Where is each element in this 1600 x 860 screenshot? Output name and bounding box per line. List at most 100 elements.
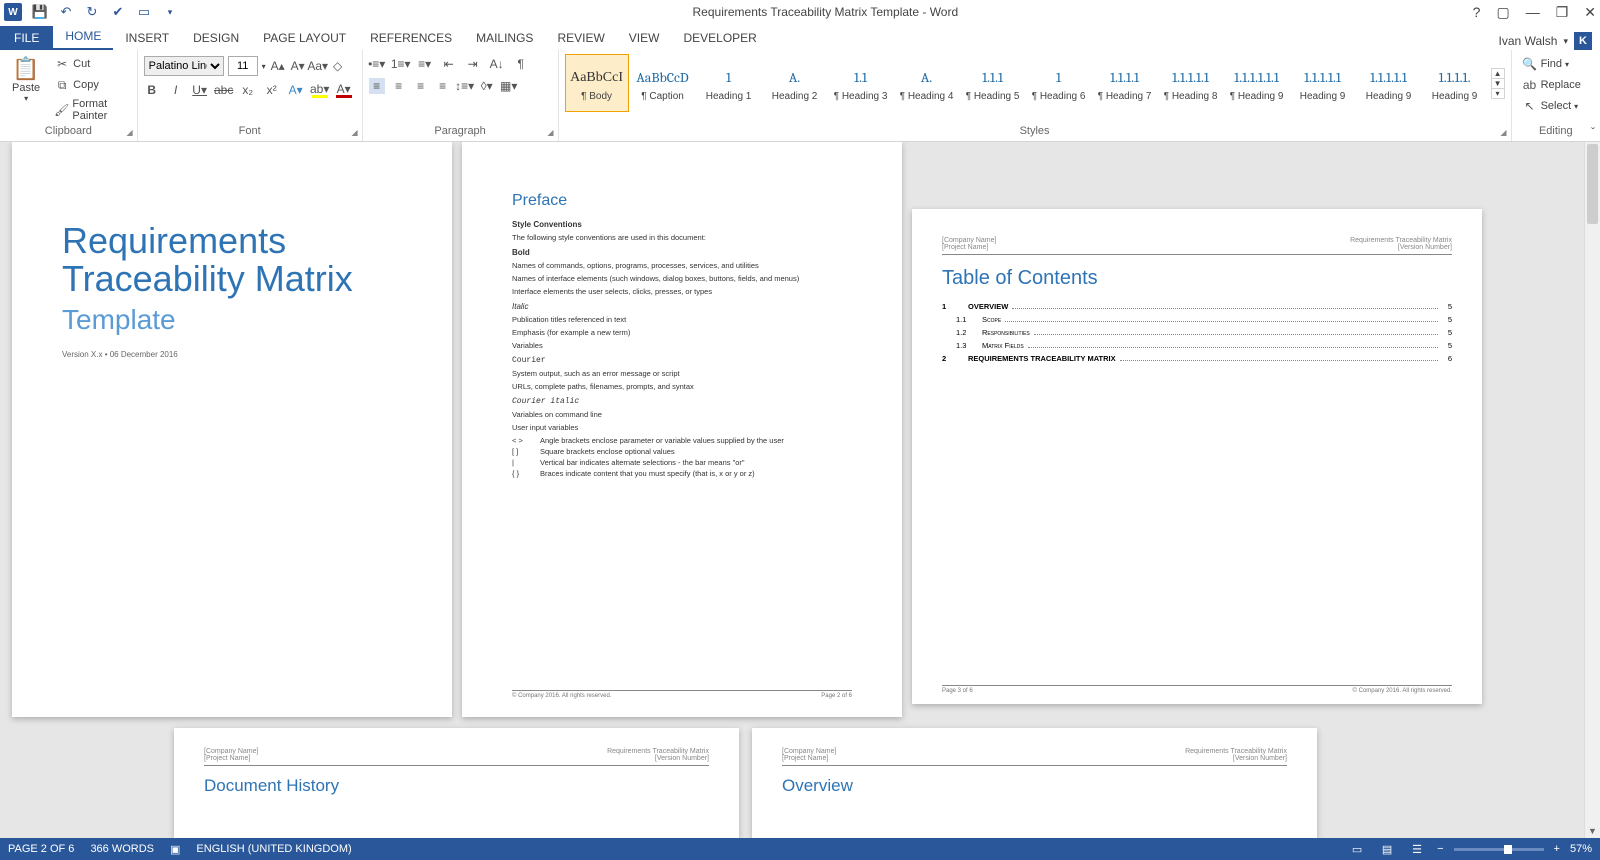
styles-scroll-down-icon[interactable]: ▼ (1492, 79, 1504, 89)
align-left-icon[interactable]: ≡ (369, 78, 385, 94)
vertical-scrollbar[interactable]: ▲ ▼ (1584, 142, 1600, 838)
view-read-icon[interactable]: ▭ (1347, 841, 1367, 857)
style-item[interactable]: 1.1.1.1.1.1¶ Heading 9 (1225, 54, 1289, 112)
justify-icon[interactable]: ≡ (435, 78, 451, 94)
bold-icon[interactable]: B (144, 82, 160, 98)
font-name-select[interactable]: Palatino Linoty (144, 56, 224, 76)
tab-developer[interactable]: DEVELOPER (671, 26, 768, 50)
tab-view[interactable]: VIEW (617, 26, 672, 50)
text-effects-icon[interactable]: A▾ (288, 82, 304, 98)
status-language[interactable]: ENGLISH (UNITED KINGDOM) (196, 843, 351, 855)
ribbon: 📋 Paste ▾ ✂Cut ⧉Copy 🖌Format Painter Cli… (0, 50, 1600, 142)
bullets-icon[interactable]: •≡▾ (369, 56, 385, 72)
italic-icon[interactable]: I (168, 82, 184, 98)
show-marks-icon[interactable]: ¶ (513, 56, 529, 72)
help-icon[interactable]: ? (1473, 4, 1481, 21)
status-words[interactable]: 366 WORDS (90, 843, 154, 855)
paragraph-launcher-icon[interactable]: ◢ (547, 128, 553, 137)
highlight-icon[interactable]: ab▾ (312, 82, 328, 98)
shading-icon[interactable]: ◊▾ (479, 78, 495, 94)
close-icon[interactable]: ✕ (1584, 4, 1596, 21)
save-icon[interactable]: 💾 (32, 4, 48, 20)
view-web-icon[interactable]: ☰ (1407, 841, 1427, 857)
tab-references[interactable]: REFERENCES (358, 26, 464, 50)
change-case-icon[interactable]: Aa▾ (310, 58, 326, 74)
tab-page-layout[interactable]: PAGE LAYOUT (251, 26, 358, 50)
style-item[interactable]: A.¶ Heading 4 (895, 54, 959, 112)
redo-icon[interactable]: ↻ (84, 4, 100, 20)
decrease-indent-icon[interactable]: ⇤ (441, 56, 457, 72)
style-item[interactable]: AaBbCcI¶ Body (565, 54, 629, 112)
tab-mailings[interactable]: MAILINGS (464, 26, 545, 50)
styles-gallery[interactable]: AaBbCcI¶ BodyAaBbCcD¶ Caption1Heading 1A… (565, 54, 1487, 112)
qat-more-icon[interactable]: ▾ (162, 4, 178, 20)
scroll-down-icon[interactable]: ▼ (1585, 824, 1600, 838)
style-item[interactable]: 1.1.1.1.Heading 9 (1423, 54, 1487, 112)
tab-insert[interactable]: INSERT (113, 26, 181, 50)
style-item[interactable]: 1.1.1.1.1¶ Heading 8 (1159, 54, 1223, 112)
style-item[interactable]: 1.1.1.1¶ Heading 7 (1093, 54, 1157, 112)
view-print-icon[interactable]: ▤ (1377, 841, 1397, 857)
font-color-icon[interactable]: A▾ (336, 82, 352, 98)
align-center-icon[interactable]: ≡ (391, 78, 407, 94)
tab-home[interactable]: HOME (53, 24, 113, 50)
font-launcher-icon[interactable]: ◢ (352, 128, 358, 137)
zoom-out-icon[interactable]: − (1437, 843, 1443, 855)
underline-icon[interactable]: U▾ (192, 82, 208, 98)
find-button[interactable]: 🔍Find▾ (1518, 54, 1594, 74)
tab-file[interactable]: FILE (0, 26, 53, 50)
replace-button[interactable]: abReplace (1518, 75, 1594, 95)
grow-font-icon[interactable]: A▴ (270, 58, 286, 74)
styles-expand-icon[interactable]: ▾ (1492, 89, 1504, 98)
style-item[interactable]: A.Heading 2 (763, 54, 827, 112)
group-clipboard-label: Clipboard (45, 125, 92, 137)
user-name: Ivan Walsh (1499, 34, 1558, 48)
clipboard-launcher-icon[interactable]: ◢ (127, 128, 133, 137)
font-size-input[interactable] (228, 56, 258, 76)
shrink-font-icon[interactable]: A▾ (290, 58, 306, 74)
zoom-slider[interactable] (1454, 848, 1544, 851)
cut-button[interactable]: ✂Cut (50, 54, 131, 74)
zoom-level[interactable]: 57% (1570, 843, 1592, 855)
document-area[interactable]: RequirementsTraceability Matrix Template… (0, 142, 1584, 838)
style-item[interactable]: 1.1¶ Heading 3 (829, 54, 893, 112)
scroll-thumb[interactable] (1587, 144, 1598, 224)
status-page[interactable]: PAGE 2 OF 6 (8, 843, 74, 855)
tab-design[interactable]: DESIGN (181, 26, 251, 50)
zoom-in-icon[interactable]: + (1554, 843, 1560, 855)
status-proofing-icon[interactable]: ▣ (170, 843, 180, 856)
line-spacing-icon[interactable]: ↕≡▾ (457, 78, 473, 94)
undo-icon[interactable]: ↶ (58, 4, 74, 20)
styles-scroll-up-icon[interactable]: ▲ (1492, 69, 1504, 79)
select-button[interactable]: ↖Select▾ (1518, 96, 1594, 116)
style-item[interactable]: 1.1.1.1.1Heading 9 (1291, 54, 1355, 112)
maximize-icon[interactable]: ❐ (1556, 4, 1569, 21)
style-item[interactable]: 1.1.1.1.1Heading 9 (1357, 54, 1421, 112)
align-right-icon[interactable]: ≡ (413, 78, 429, 94)
format-painter-button[interactable]: 🖌Format Painter (50, 96, 131, 124)
touch-mode-icon[interactable]: ▭ (136, 4, 152, 20)
increase-indent-icon[interactable]: ⇥ (465, 56, 481, 72)
style-item[interactable]: 1¶ Heading 6 (1027, 54, 1091, 112)
multilevel-icon[interactable]: ≡▾ (417, 56, 433, 72)
group-editing-label: Editing (1539, 125, 1573, 137)
superscript-icon[interactable]: x² (264, 82, 280, 98)
paste-button[interactable]: 📋 Paste ▾ (6, 52, 46, 107)
sort-icon[interactable]: A↓ (489, 56, 505, 72)
copy-button[interactable]: ⧉Copy (50, 75, 131, 95)
spellcheck-icon[interactable]: ✔ (110, 4, 126, 20)
minimize-icon[interactable]: — (1526, 4, 1540, 21)
style-item[interactable]: 1.1.1¶ Heading 5 (961, 54, 1025, 112)
style-item[interactable]: AaBbCcD¶ Caption (631, 54, 695, 112)
style-item[interactable]: 1Heading 1 (697, 54, 761, 112)
clear-format-icon[interactable]: ◇ (330, 58, 346, 74)
ribbon-options-icon[interactable]: ▢ (1496, 4, 1509, 21)
tab-review[interactable]: REVIEW (545, 26, 616, 50)
collapse-ribbon-icon[interactable]: ˇ (1588, 122, 1598, 142)
user-area[interactable]: Ivan Walsh ▾ K (1499, 32, 1600, 50)
subscript-icon[interactable]: x₂ (240, 82, 256, 98)
borders-icon[interactable]: ▦▾ (501, 78, 517, 94)
numbering-icon[interactable]: 1≡▾ (393, 56, 409, 72)
styles-launcher-icon[interactable]: ◢ (1500, 128, 1506, 137)
strike-icon[interactable]: abc (216, 82, 232, 98)
